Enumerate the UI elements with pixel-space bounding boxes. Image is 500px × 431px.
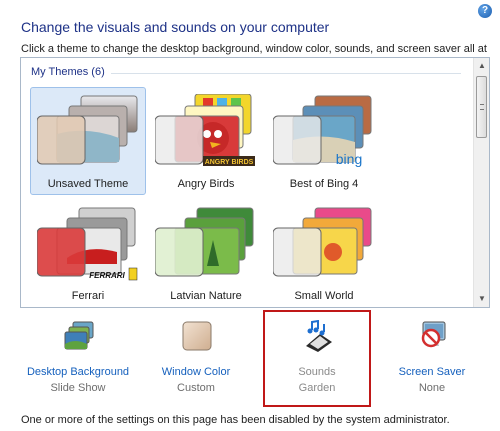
scroll-thumb[interactable] (476, 76, 487, 138)
themes-list[interactable]: My Themes (6) Unsaved Theme ANGRY BIRDS … (20, 57, 490, 308)
ferrari-logo: FERRARI (89, 271, 125, 280)
bing-logo: bing (336, 151, 362, 167)
scroll-up-arrow-icon[interactable]: ▲ (474, 58, 489, 74)
theme-thumbnail (273, 207, 372, 277)
theme-thumbnail (155, 207, 254, 277)
themes-scrollbar[interactable]: ▲ ▼ (473, 58, 489, 307)
screen-saver-link[interactable]: Screen Saver (380, 366, 484, 378)
theme-label: Latvian Nature (170, 290, 242, 302)
scroll-down-arrow-icon[interactable]: ▼ (474, 291, 489, 307)
admin-disabled-note: One or more of the settings on this page… (21, 414, 450, 426)
theme-thumbnail: ANGRY BIRDS (155, 94, 255, 166)
theme-small-world[interactable]: Small World (266, 199, 382, 307)
theme-unsaved-theme[interactable]: Unsaved Theme (30, 87, 146, 195)
window-color-link[interactable]: Window Color (144, 366, 248, 378)
theme-ferrari[interactable]: FERRARI Ferrari (30, 199, 146, 307)
desktop-background-value: Slide Show (50, 382, 106, 394)
theme-angry-birds[interactable]: ANGRY BIRDS Angry Birds (148, 87, 264, 195)
theme-best-of-bing-4[interactable]: bing Best of Bing 4 (266, 87, 382, 195)
theme-thumbnail: bing (273, 95, 372, 167)
window-color-setting[interactable]: Window Color Custom (144, 316, 248, 408)
group-header-my-themes: My Themes (6) (31, 66, 111, 78)
theme-label: Unsaved Theme (47, 178, 129, 190)
screen-saver-setting[interactable]: Screen Saver None (380, 316, 484, 408)
sounds-highlight-box (263, 310, 371, 407)
page-title: Change the visuals and sounds on your co… (21, 19, 330, 35)
theme-thumbnail: FERRARI (37, 207, 138, 281)
desktop-background-icon (64, 321, 94, 350)
theme-label: Ferrari (71, 290, 105, 302)
desktop-background-setting[interactable]: Desktop Background Slide Show (26, 316, 130, 408)
theme-label: Angry Birds (177, 178, 235, 190)
desktop-background-link[interactable]: Desktop Background (26, 366, 130, 378)
help-icon[interactable]: ? (478, 4, 492, 18)
screen-saver-icon (421, 321, 446, 348)
window-color-icon (182, 321, 212, 351)
theme-label: Best of Bing 4 (289, 178, 359, 190)
screen-saver-value: None (418, 382, 446, 394)
theme-label: Small World (294, 290, 354, 302)
angry-birds-logo: ANGRY BIRDS (205, 159, 254, 166)
window-color-value: Custom (177, 382, 215, 394)
theme-thumbnail (37, 95, 138, 165)
scroll-grip-icon (480, 104, 484, 110)
theme-latvian-nature[interactable]: Latvian Nature (148, 199, 264, 307)
